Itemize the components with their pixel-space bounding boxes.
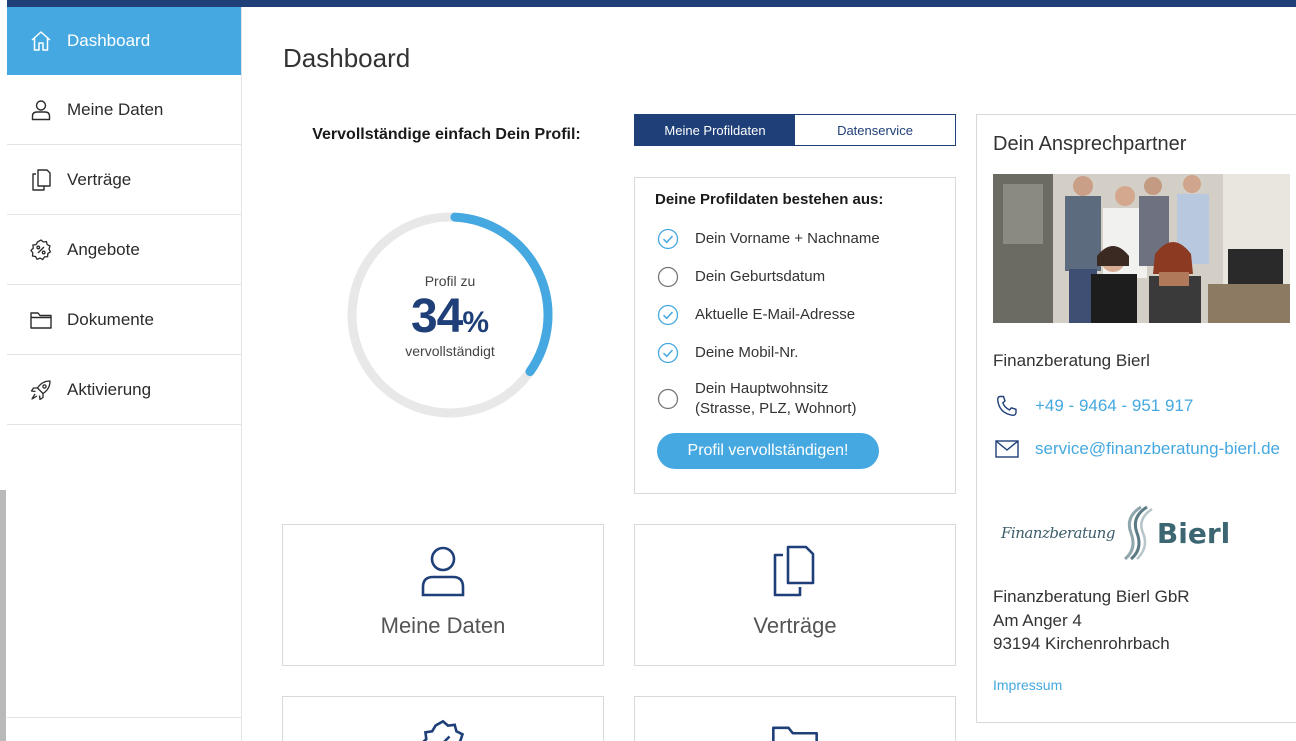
checklist-item-text: Aktuelle E-Mail-Adresse [695, 306, 856, 323]
contact-panel: Dein Ansprechpartner Finanzberatung Bier… [976, 114, 1296, 723]
sidebar: Dashboard Meine Daten Verträge Angebote … [7, 7, 242, 741]
sidebar-item-vertraege[interactable]: Verträge [7, 145, 241, 215]
address-line: Am Anger 4 [993, 610, 1082, 630]
impressum-link[interactable]: Impressum [993, 677, 1062, 693]
sidebar-item-aktivierung[interactable]: Aktivierung [7, 355, 241, 425]
tile-dokumente[interactable] [634, 696, 956, 741]
sidebar-footer [7, 717, 241, 741]
email-row[interactable]: service@finanzberatung-bierl.de [995, 439, 1280, 459]
progress-percent-value: 34 [410, 290, 463, 343]
sidebar-item-dokumente[interactable]: Dokumente [7, 285, 241, 355]
tab-datenservice[interactable]: Datenservice [795, 115, 955, 145]
checklist-item-text: Dein Vorname + Nachname [695, 230, 880, 247]
sidebar-item-meine-daten[interactable]: Meine Daten [7, 75, 241, 145]
user-icon [29, 98, 53, 122]
sidebar-item-label: Dokumente [67, 309, 154, 329]
checklist-item-text: Dein Geburtsdatum [695, 268, 826, 285]
profile-heading: Vervollständige einfach Dein Profil: [312, 126, 581, 143]
checklist-item: Aktuelle E-Mail-Adresse [657, 304, 855, 326]
check-circle-icon [657, 228, 679, 250]
progress-ring-label: Profil zu 34% vervollständigt [346, 211, 554, 419]
company-logo: Finanzberatung Bierl [1001, 505, 1230, 561]
user-icon [283, 545, 603, 597]
checklist-item-line1: Dein Hauptwohnsitz [695, 380, 829, 397]
percent-badge-icon [29, 238, 53, 262]
tile-angebote[interactable] [282, 696, 604, 741]
logo-text-small: Finanzberatung [1001, 524, 1115, 542]
checklist-title: Deine Profildaten bestehen aus: [655, 191, 884, 208]
profile-tabs: Meine Profildaten Datenservice [634, 114, 956, 146]
profile-checklist: Deine Profildaten bestehen aus: Dein Vor… [634, 177, 956, 494]
tile-label: Meine Daten [380, 613, 506, 638]
page-title: Dashboard [283, 43, 411, 73]
address-line: Finanzberatung Bierl GbR [993, 587, 1190, 606]
sidebar-item-label: Aktivierung [67, 379, 152, 399]
check-circle-icon [657, 342, 679, 364]
sidebar-item-label: Meine Daten [67, 99, 164, 119]
checklist-item: Dein Vorname + Nachname [657, 228, 880, 250]
folder-icon [635, 717, 955, 741]
tile-meine-daten[interactable]: Meine Daten [282, 524, 604, 666]
logo-swoosh-icon [1123, 505, 1153, 561]
progress-pre-text: Profil zu [424, 273, 476, 289]
email-link[interactable]: service@finanzberatung-bierl.de [1035, 439, 1280, 459]
company-address: Finanzberatung Bierl GbR Am Anger 4 9319… [993, 585, 1190, 656]
profile-progress-ring: Profil zu 34% vervollständigt [346, 211, 554, 419]
phone-row[interactable]: +49 - 9464 - 951 917 [995, 394, 1193, 418]
tile-label: Verträge [753, 613, 837, 638]
phone-link[interactable]: +49 - 9464 - 951 917 [1035, 396, 1193, 416]
checklist-item-text: Deine Mobil-Nr. [695, 344, 799, 361]
folder-icon [29, 308, 53, 332]
checklist-item-line2: (Strasse, PLZ, Wohnort) [695, 400, 857, 417]
tab-meine-profildaten[interactable]: Meine Profildaten [635, 115, 795, 145]
mail-icon [995, 440, 1021, 458]
rocket-icon [29, 378, 53, 402]
progress-percent: 34% [411, 293, 489, 341]
checklist-item: Deine Mobil-Nr. [657, 342, 798, 364]
documents-icon [635, 545, 955, 597]
complete-profile-button[interactable]: Profil vervollständigen! [657, 433, 879, 469]
sidebar-item-angebote[interactable]: Angebote [7, 215, 241, 285]
checklist-item: Dein Hauptwohnsitz (Strasse, PLZ, Wohnor… [657, 379, 856, 419]
empty-circle-icon [657, 266, 679, 288]
tile-vertraege[interactable]: Verträge [634, 524, 956, 666]
checklist-item-text: Dein Hauptwohnsitz (Strasse, PLZ, Wohnor… [695, 379, 856, 419]
logo-text-big: Bierl [1156, 516, 1231, 550]
checklist-item: Dein Geburtsdatum [657, 266, 825, 288]
sidebar-item-label: Dashboard [67, 31, 151, 50]
sidebar-item-label: Verträge [67, 169, 132, 189]
home-icon [29, 29, 53, 53]
top-accent-bar [0, 0, 1296, 7]
progress-post-text: vervollständigt [405, 343, 495, 359]
team-photo [993, 174, 1290, 323]
sidebar-item-dashboard[interactable]: Dashboard [7, 7, 241, 75]
phone-icon [995, 394, 1021, 418]
percent-badge-icon [283, 717, 603, 741]
documents-icon [29, 168, 53, 192]
address-line: 93194 Kirchenrohrbach [993, 634, 1170, 653]
window-scrollbar[interactable] [0, 490, 6, 741]
sidebar-item-label: Angebote [67, 239, 140, 259]
progress-percent-symbol: % [462, 306, 490, 339]
contact-title: Dein Ansprechpartner [993, 133, 1187, 155]
check-circle-icon [657, 304, 679, 326]
empty-circle-icon [657, 388, 679, 410]
company-name: Finanzberatung Bierl [993, 351, 1150, 370]
